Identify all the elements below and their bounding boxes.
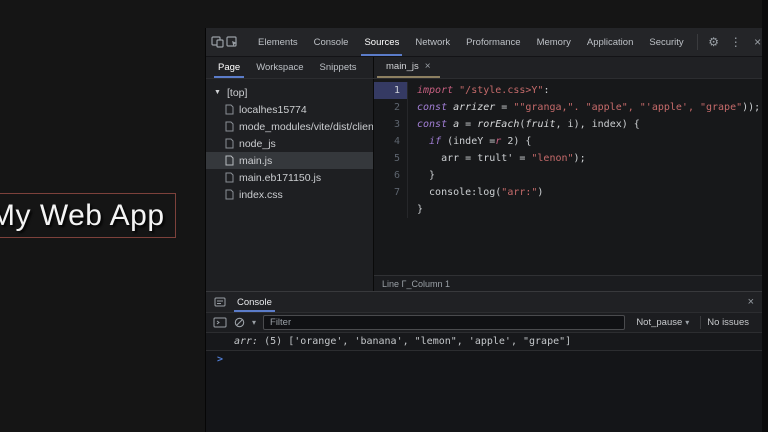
code-editor[interactable]: 1import "/style.css>Y":2const arrizer = … <box>374 79 762 291</box>
chevron-down-icon[interactable]: ▼ <box>214 89 222 96</box>
chevron-down-icon: ▾ <box>685 318 689 327</box>
console-empty-area[interactable] <box>206 367 762 432</box>
filter-dropdown-icon[interactable]: ▾ <box>252 318 256 327</box>
file-icon <box>225 121 234 132</box>
tree-item-label: main.eb171150.js <box>239 172 321 184</box>
tab-elements[interactable]: Elements <box>250 28 306 56</box>
tree-item-localhes15774[interactable]: localhes15774 <box>206 101 373 118</box>
log-level-label: Not_pause <box>636 317 682 328</box>
clear-console-icon[interactable] <box>234 317 245 328</box>
tree-item-index-css[interactable]: index.css <box>206 186 373 203</box>
cursor-position-label: Line Γ_Column 1 <box>382 279 450 289</box>
editor-tab-label: main_js <box>386 61 419 72</box>
issues-counter[interactable]: No issues <box>700 316 755 329</box>
tree-item-main-js[interactable]: main.js <box>206 152 373 169</box>
console-prompt[interactable]: > <box>206 351 762 367</box>
sources-sidebar-tabs: Page Workspace Snippets <box>206 57 374 78</box>
file-tree: ▼ [top] localhes15774 mode_modules/vite/… <box>206 79 374 291</box>
sources-subbar: Page Workspace Snippets main_js × <box>206 57 762 79</box>
tree-item-label: mode_modules/vite/dist/client <box>239 121 373 133</box>
screen: My Web App Elements Console Sources Netw… <box>0 0 768 432</box>
console-toolbar: ▾ Not_pause ▾ No issues <box>206 312 762 332</box>
tab-snippets[interactable]: Snippets <box>312 57 365 78</box>
inspect-element-icon[interactable] <box>226 28 239 56</box>
tree-item-label: node_js <box>239 138 276 150</box>
tab-memory[interactable]: Memory <box>529 28 579 56</box>
devtools-panel: Elements Console Sources Network Proform… <box>205 28 762 432</box>
file-icon <box>225 104 234 115</box>
editor-tab-main-js[interactable]: main_js × <box>377 57 440 78</box>
console-filter-input[interactable] <box>263 315 625 330</box>
tree-item-label: main.js <box>239 155 272 167</box>
file-icon <box>225 155 234 166</box>
file-icon <box>225 138 234 149</box>
prompt-chevron-icon: > <box>217 354 223 365</box>
log-level-dropdown[interactable]: Not_pause ▾ <box>632 317 693 328</box>
tab-security[interactable]: Security <box>641 28 691 56</box>
tab-network[interactable]: Network <box>407 28 458 56</box>
tree-item-main-hash-js[interactable]: main.eb171150.js <box>206 169 373 186</box>
tree-item-node-modules[interactable]: mode_modules/vite/dist/client <box>206 118 373 135</box>
toolbar-right-icons: ⚙ ⋮ × <box>692 28 768 56</box>
tab-application[interactable]: Application <box>579 28 641 56</box>
window-right-edge <box>762 0 768 432</box>
close-drawer-icon[interactable]: × <box>748 292 754 312</box>
code-lines: 1import "/style.css>Y":2const arrizer = … <box>374 79 762 275</box>
tree-root-top[interactable]: ▼ [top] <box>206 84 373 101</box>
tree-item-label: localhes15774 <box>239 104 307 116</box>
settings-gear-icon[interactable]: ⚙ <box>703 28 725 56</box>
more-options-kebab-icon[interactable]: ⋮ <box>725 28 747 56</box>
editor-tab-strip: main_js × <box>374 57 762 78</box>
webapp-heading-box: My Web App <box>0 193 176 238</box>
console-sidebar-icon[interactable] <box>213 317 227 328</box>
drawer-panel-icon[interactable] <box>214 292 226 312</box>
tab-performance[interactable]: Proformance <box>458 28 528 56</box>
tree-item-node-js[interactable]: node_js <box>206 135 373 152</box>
tree-item-label: index.css <box>239 189 283 201</box>
console-tab-row: Console × <box>206 291 762 312</box>
console-tab[interactable]: Console <box>230 292 279 312</box>
tab-workspace[interactable]: Workspace <box>248 57 311 78</box>
editor-tab-close-icon[interactable]: × <box>425 61 431 72</box>
toggle-device-toolbar-icon[interactable] <box>211 28 224 56</box>
editor-status-bar: Line Γ_Column 1 <box>374 275 762 291</box>
tab-console[interactable]: Console <box>306 28 357 56</box>
file-icon <box>225 189 234 200</box>
devtools-toolbar: Elements Console Sources Network Proform… <box>206 28 762 57</box>
tab-page[interactable]: Page <box>210 57 248 78</box>
tab-sources[interactable]: Sources <box>356 28 407 56</box>
webapp-title: My Web App <box>0 199 165 233</box>
console-drawer: Console × ▾ Not_pause ▾ No issues arr: (… <box>206 291 762 432</box>
sources-main: ▼ [top] localhes15774 mode_modules/vite/… <box>206 79 762 291</box>
file-icon <box>225 172 234 183</box>
console-log-line: arr: (5) ['orange', 'banana', "lemon", '… <box>206 332 762 351</box>
tree-root-label: [top] <box>227 87 247 99</box>
toolbar-divider <box>697 34 698 50</box>
